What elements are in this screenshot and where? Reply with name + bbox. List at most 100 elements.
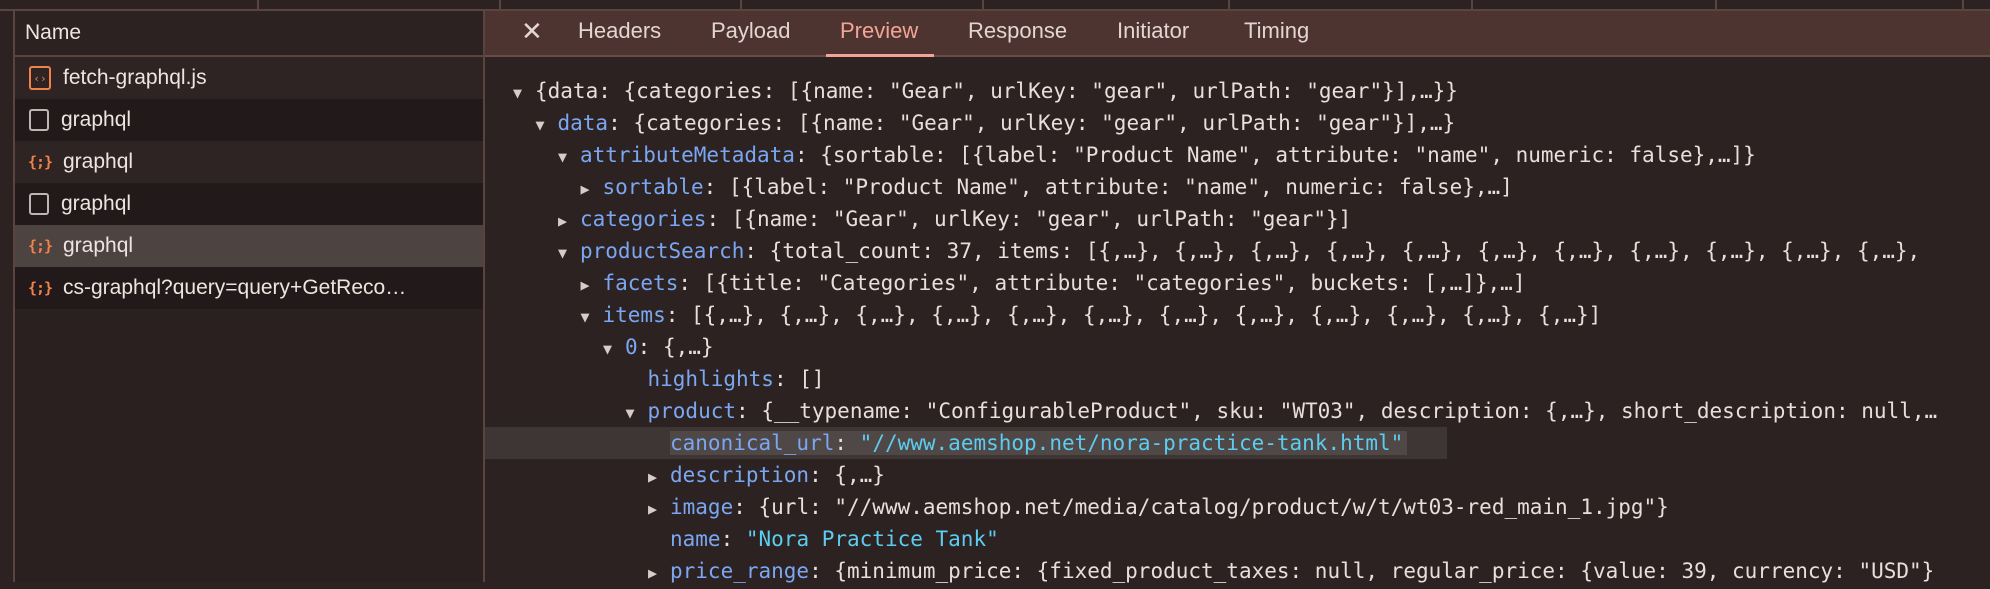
node-content: productSearch: {total_count: 37, items: … xyxy=(580,239,1921,263)
request-list: ‹› fetch-graphql.js graphql {;} graphql graph… xyxy=(15,57,484,309)
expanded-triangle-icon[interactable]: ▼ xyxy=(581,301,603,333)
node-content: categories: [{name: "Gear", urlKey: "gea… xyxy=(580,207,1352,231)
json-preview-tree: ▼ {data: {categories: [{name: "Gear", url… xyxy=(485,57,1990,583)
tree-node[interactable]: ▼ product: {__typename: "ConfigurableProd… xyxy=(485,395,1990,427)
tree-node[interactable]: ▼ data: {categories: [{name: "Gear", urlK… xyxy=(485,107,1990,139)
request-name: cs-graphql?query=query+GetReco… xyxy=(63,276,407,299)
request-row[interactable]: ‹› fetch-graphql.js xyxy=(15,57,484,99)
property-value: [] xyxy=(799,367,825,391)
column-divider[interactable] xyxy=(499,0,501,9)
tab-payload[interactable]: Payload xyxy=(711,11,791,55)
node-content: description: {,…} xyxy=(670,463,885,487)
column-divider[interactable] xyxy=(1228,0,1230,9)
request-row[interactable]: {;} cs-graphql?query=query+GetReco… xyxy=(15,267,484,309)
expanded-triangle-icon[interactable]: ▼ xyxy=(536,109,558,141)
column-divider[interactable] xyxy=(982,0,984,9)
json-icon: {;} xyxy=(27,237,53,255)
request-detail-panel: ✕ Headers Payload Preview Response Initi… xyxy=(483,11,1990,583)
collapsed-triangle-icon[interactable]: ▶ xyxy=(648,461,670,493)
property-key: categories xyxy=(580,207,707,231)
column-divider[interactable] xyxy=(1715,0,1717,9)
expanded-triangle-icon[interactable]: ▼ xyxy=(513,77,535,109)
request-name: fetch-graphql.js xyxy=(63,66,207,89)
column-divider[interactable] xyxy=(740,0,742,9)
node-content: canonical_url: "//www.aemshop.net/nora-p… xyxy=(670,431,1408,455)
close-icon[interactable]: ✕ xyxy=(521,11,543,55)
property-key: productSearch xyxy=(580,239,745,263)
column-divider[interactable] xyxy=(1962,0,1964,9)
request-row[interactable]: graphql xyxy=(15,99,484,141)
tab-preview[interactable]: Preview xyxy=(825,11,935,57)
property-value: {__typename: "ConfigurableProduct", sku:… xyxy=(761,399,1938,423)
tab-timing[interactable]: Timing xyxy=(1244,11,1309,55)
request-name: graphql xyxy=(61,108,132,131)
node-content: product: {__typename: "ConfigurableProdu… xyxy=(647,399,1938,423)
tree-node[interactable]: name: "Nora Practice Tank" xyxy=(485,523,1990,555)
node-content: data: {categories: [{name: "Gear", urlKe… xyxy=(557,111,1456,135)
tree-node[interactable]: ▶ price_range: {minimum_price: {fixed_pro… xyxy=(485,555,1990,587)
property-key: canonical_url xyxy=(670,431,835,455)
node-content: facets: [{title: "Categories", attribute… xyxy=(602,271,1526,295)
collapsed-triangle-icon[interactable]: ▶ xyxy=(648,493,670,525)
name-header-label: Name xyxy=(25,21,82,44)
property-value: {url: "//www.aemshop.net/media/catalog/p… xyxy=(758,495,1669,519)
collapsed-triangle-icon[interactable]: ▶ xyxy=(581,173,603,205)
tree-node[interactable]: highlights: [] xyxy=(485,363,1990,395)
expanded-triangle-icon[interactable]: ▼ xyxy=(558,141,580,173)
tree-node[interactable]: ▶ sortable: [{label: "Product Name", attr… xyxy=(485,171,1990,203)
tree-node[interactable]: ▼ {data: {categories: [{name: "Gear", url… xyxy=(485,75,1990,107)
property-key: product xyxy=(647,399,737,423)
node-content: sortable: [{label: "Product Name", attri… xyxy=(602,175,1513,199)
tree-node[interactable]: ▶ image: {url: "//www.aemshop.net/media/c… xyxy=(485,491,1990,523)
request-name: graphql xyxy=(63,234,134,257)
property-value: [{name: "Gear", urlKey: "gear", urlPath:… xyxy=(731,207,1352,231)
column-divider[interactable] xyxy=(1471,0,1473,9)
tree-node[interactable]: ▼ attributeMetadata: {sortable: [{label: … xyxy=(485,139,1990,171)
tree-node[interactable]: ▼ items: [{,…}, {,…}, {,…}, {,…}, {,…}, {… xyxy=(485,299,1990,331)
node-content: attributeMetadata: {sortable: [{label: "… xyxy=(580,143,1756,167)
tree-node[interactable]: ▼ productSearch: {total_count: 37, items:… xyxy=(485,235,1990,267)
collapsed-triangle-icon[interactable]: ▶ xyxy=(558,205,580,237)
tree-node[interactable]: ▶ description: {,…} xyxy=(485,459,1990,491)
document-icon xyxy=(29,193,49,215)
tab-headers[interactable]: Headers xyxy=(578,11,661,55)
request-list-panel: Name ‹› fetch-graphql.js graphql {;} graphql… xyxy=(13,11,484,582)
detail-tab-bar: ✕ Headers Payload Preview Response Initi… xyxy=(485,11,1990,57)
node-content: items: [{,…}, {,…}, {,…}, {,…}, {,…}, {,… xyxy=(602,303,1602,327)
tree-node[interactable]: ▶ categories: [{name: "Gear", urlKey: "ge… xyxy=(485,203,1990,235)
tree-node[interactable]: ▼ 0: {,…} xyxy=(485,331,1990,363)
property-key: sortable xyxy=(602,175,704,199)
property-value: {minimum_price: {fixed_product_taxes: nu… xyxy=(834,559,1935,583)
property-key: image xyxy=(670,495,734,519)
expanded-triangle-icon[interactable]: ▼ xyxy=(558,237,580,269)
property-value: [{title: "Categories", attribute: "categ… xyxy=(703,271,1526,295)
node-content: 0: {,…} xyxy=(625,335,714,359)
collapsed-triangle-icon[interactable]: ▶ xyxy=(581,269,603,301)
property-key: description xyxy=(670,463,810,487)
request-name: graphql xyxy=(61,192,132,215)
column-divider[interactable] xyxy=(257,0,259,9)
tab-initiator[interactable]: Initiator xyxy=(1117,11,1189,55)
request-row[interactable]: {;} graphql xyxy=(15,141,484,183)
tab-response[interactable]: Response xyxy=(968,11,1067,55)
property-key: attributeMetadata xyxy=(580,143,795,167)
node-content: {data: {categories: [{name: "Gear", urlK… xyxy=(535,79,1458,103)
expanded-triangle-icon[interactable]: ▼ xyxy=(603,333,625,365)
collapsed-triangle-icon[interactable]: ▶ xyxy=(648,557,670,589)
property-key: items xyxy=(602,303,666,327)
node-content: price_range: {minimum_price: {fixed_prod… xyxy=(670,559,1935,583)
node-content: image: {url: "//www.aemshop.net/media/ca… xyxy=(670,495,1669,519)
expanded-triangle-icon[interactable]: ▼ xyxy=(626,397,648,429)
property-key: highlights xyxy=(647,367,774,391)
property-value: "//www.aemshop.net/nora-practice-tank.ht… xyxy=(859,431,1404,455)
property-value: {categories: [{name: "Gear", urlKey: "ge… xyxy=(633,111,1456,135)
request-row[interactable]: {;} graphql xyxy=(15,225,484,267)
document-icon xyxy=(29,109,49,131)
property-value: "Nora Practice Tank" xyxy=(745,527,999,551)
tree-node[interactable]: ▶ facets: [{title: "Categories", attribut… xyxy=(485,267,1990,299)
tree-node[interactable]: canonical_url: "//www.aemshop.net/nora-p… xyxy=(485,427,1447,459)
property-value: [{label: "Product Name", attribute: "nam… xyxy=(728,175,1513,199)
request-row[interactable]: graphql xyxy=(15,183,484,225)
property-value: {total_count: 37, items: [{,…}, {,…}, {,… xyxy=(769,239,1921,263)
name-column-header[interactable]: Name xyxy=(15,11,484,57)
